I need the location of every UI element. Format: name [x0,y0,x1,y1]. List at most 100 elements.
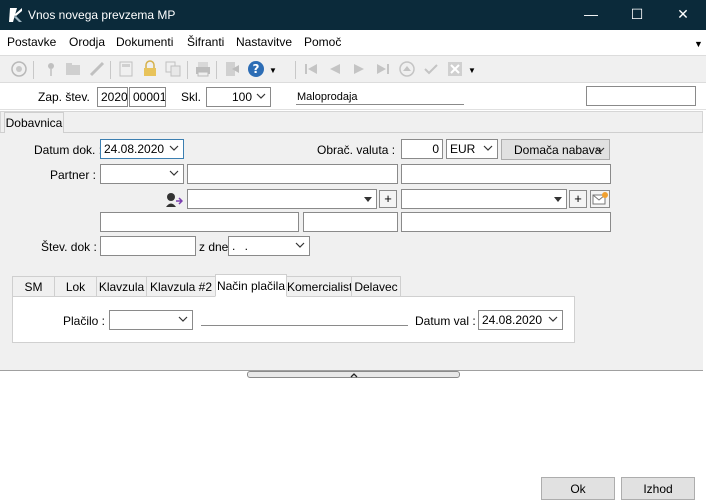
maximize-button[interactable]: ☐ [614,0,660,30]
title-bar: Vnos novega prevzema MP — ☐ ✕ [0,0,706,30]
toolbar: ? ▼ ▼ [0,55,706,83]
menu-postavke[interactable]: Postavke [7,35,56,49]
tab-nacin-placila-label: Način plačila [216,279,286,293]
menu-sifranti[interactable]: Šifranti [187,35,224,49]
obrac-valuta-label: Obrač. valuta : [317,143,396,157]
tab-komercialist-label: Komercialist [287,280,353,294]
tab-nacin-placila[interactable]: Način plačila [215,274,287,297]
menu-dokumenti[interactable]: Dokumenti [116,35,173,49]
zap-year-field[interactable]: 2020 [97,87,128,107]
datum-dok-field[interactable]: 24.08.2020 [100,139,184,159]
currency-value: EUR [450,142,476,156]
partner-type-select[interactable] [100,164,184,184]
tab-dobavnica-label: Dobavnica [5,116,63,130]
exit-door-icon[interactable] [223,60,241,78]
toolbar-overflow-icon[interactable]: ▼ [468,66,476,75]
folder-icon[interactable] [64,60,82,78]
toolbar-separator [110,61,111,79]
domestic-purchase-select[interactable]: Domača nabava [501,139,610,160]
menu-bar: Postavke Orodja Dokumenti Šifranti Nasta… [0,30,706,55]
z-dne-label: z dne [199,240,229,254]
add-contact-button[interactable]: + [569,190,587,208]
dropdown-triangle-icon [364,197,372,202]
cancel-x-icon[interactable] [446,60,464,78]
tab-sm-label: SM [24,280,43,294]
z-dne-value: . . [232,239,252,253]
toolbar-separator [187,61,188,79]
chevron-down-icon [595,147,605,153]
chevron-up-icon [350,373,358,378]
tab-klavzula-2[interactable]: Klavzula #2 [146,276,216,296]
placilo-label: Plačilo : [63,314,106,328]
previous-record-icon[interactable] [326,60,344,78]
placilo-select[interactable] [109,310,193,330]
svg-text:?: ? [253,62,260,76]
contact-select[interactable] [401,189,567,209]
edit-icon[interactable] [88,60,106,78]
datum-val-value: 24.08.2020 [482,313,543,327]
chevron-down-icon [169,145,179,151]
chevron-down-icon [256,93,266,99]
minimize-button[interactable]: — [568,0,614,30]
tab-sm[interactable]: SM [12,276,55,296]
copy-icon[interactable] [164,60,182,78]
currency-select[interactable]: EUR [446,139,498,159]
cancel-circle-icon[interactable] [10,60,28,78]
help-icon[interactable]: ? [247,60,265,78]
stev-dok-field[interactable] [100,236,196,256]
menu-pomoc[interactable]: Pomoč [304,35,341,49]
calculator-icon[interactable] [117,60,135,78]
tab-delavec-label: Delavec [354,280,398,294]
skl-label: Skl. [181,90,202,104]
tab-lok[interactable]: Lok [54,276,97,296]
last-record-icon[interactable] [374,60,392,78]
partner-code-field[interactable] [187,164,398,184]
skl-value: 100 [231,90,252,104]
ok-button[interactable]: Ok [541,477,615,500]
partner-name-field[interactable] [401,164,611,184]
header-extra-field[interactable] [586,86,696,106]
print-icon[interactable] [194,60,212,78]
city-field[interactable] [401,212,611,232]
email-icon[interactable] [590,190,610,208]
payment-description-line [201,325,408,326]
menu-nastavitve[interactable]: Nastavitve [236,35,292,49]
pin-icon[interactable] [42,60,60,78]
first-record-icon[interactable] [302,60,320,78]
datum-val-field[interactable]: 24.08.2020 [478,310,563,330]
panel-splitter[interactable] [247,371,460,378]
tab-delavec[interactable]: Delavec [351,276,401,296]
datum-dok-value: 24.08.2020 [104,142,165,156]
tab-dobavnica[interactable]: Dobavnica [4,112,64,133]
menu-orodja[interactable]: Orodja [69,35,105,49]
tab-klavzula[interactable]: Klavzula [96,276,147,296]
toolbar-separator [216,61,217,79]
partner-lookup-icon[interactable] [165,192,183,208]
close-button[interactable]: ✕ [660,0,706,30]
exchange-rate-field[interactable]: 0 [401,139,443,159]
confirm-check-icon[interactable] [422,60,440,78]
zap-stev-label: Zap. štev. [38,90,90,104]
tab-komercialist[interactable]: Komercialist [286,276,352,296]
exit-button[interactable]: Izhod [621,477,695,500]
chevron-down-icon [295,242,305,248]
stev-dok-label: Štev. dok : [41,240,97,254]
z-dne-date-field[interactable]: . . [228,236,310,256]
chevron-down-icon [169,170,179,176]
datum-dok-label: Datum dok. : [34,143,103,157]
next-record-icon[interactable] [350,60,368,78]
chevron-down-icon [483,145,493,151]
toolbar-separator [33,61,34,79]
zap-number-field[interactable]: 00001 [129,87,166,107]
menu-overflow-icon[interactable]: ▼ [694,39,703,49]
eject-icon[interactable] [398,60,416,78]
add-address-button[interactable]: + [379,190,397,208]
postal-field[interactable] [303,212,398,232]
lock-icon[interactable] [141,60,159,78]
chevron-down-icon [548,316,558,322]
skl-select[interactable]: 100 [206,87,271,107]
address-line-field[interactable] [100,212,299,232]
tab-lok-label: Lok [65,280,86,294]
partner-address-select[interactable] [187,189,377,209]
help-dropdown-icon[interactable]: ▼ [269,66,277,75]
